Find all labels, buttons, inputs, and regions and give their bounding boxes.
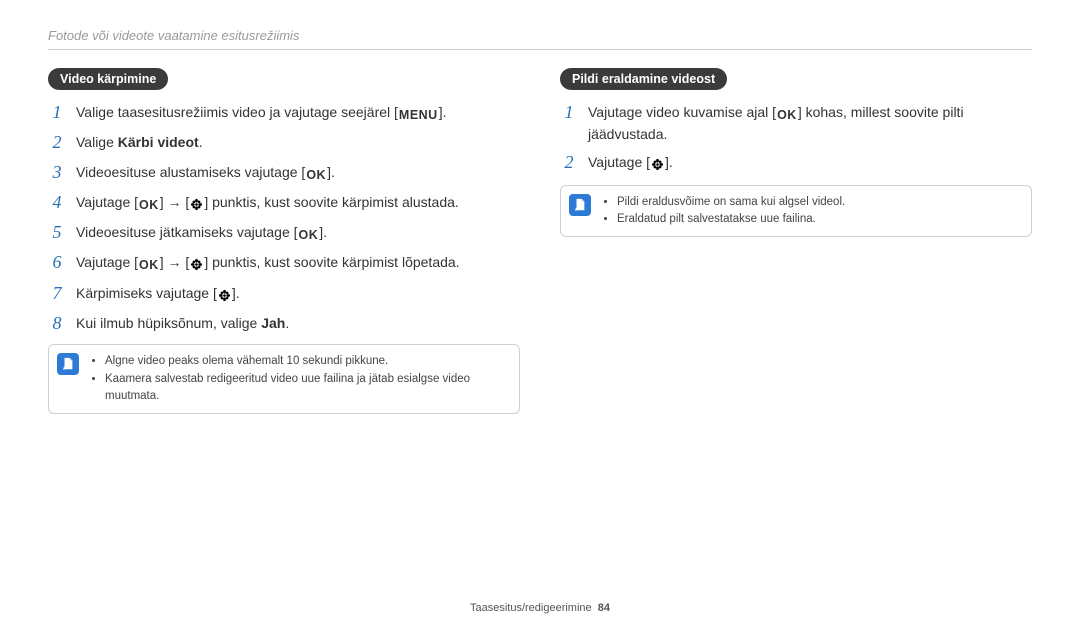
step: 1 Vajutage video kuvamise ajal [OK] kohas… bbox=[560, 102, 1032, 144]
right-column: Pildi eraldamine videost 1 Vajutage video… bbox=[560, 68, 1032, 414]
step-number: 1 bbox=[48, 102, 66, 124]
step: 6 Vajutage [OK] → [] punktis, kust soovit… bbox=[48, 252, 520, 274]
left-steps: 1 Valige taasesitusrežiimis video ja vaju… bbox=[48, 102, 520, 334]
step: 5 Videoesituse jätkamiseks vajutage [OK]. bbox=[48, 222, 520, 244]
note-item: Kaamera salvestab redigeeritud video uue… bbox=[105, 371, 509, 406]
step: 1 Valige taasesitusrežiimis video ja vaju… bbox=[48, 102, 520, 124]
step: 3 Videoesituse alustamiseks vajutage [OK]… bbox=[48, 162, 520, 184]
step-number: 6 bbox=[48, 252, 66, 274]
left-column: Video kärpimine 1 Valige taasesitusrežiim… bbox=[48, 68, 520, 414]
footer-page-number: 84 bbox=[598, 602, 610, 614]
chapter-title: Fotode või videote vaatamine esitusrežii… bbox=[48, 28, 1032, 43]
step: 2 Vajutage []. bbox=[560, 152, 1032, 174]
step-text: Valige Kärbi videot. bbox=[76, 132, 520, 152]
divider bbox=[48, 49, 1032, 50]
step-number: 7 bbox=[48, 283, 66, 305]
step-text: Vajutage video kuvamise ajal [OK] kohas,… bbox=[588, 102, 1032, 144]
step-number: 5 bbox=[48, 222, 66, 244]
footer-section: Taasesitus/redigeerimine bbox=[470, 602, 592, 614]
step-text: Vajutage [OK] → [] punktis, kust soovite… bbox=[76, 252, 520, 274]
two-column-layout: Video kärpimine 1 Valige taasesitusrežiim… bbox=[48, 68, 1032, 414]
step: 8 Kui ilmub hüpiksõnum, valige Jah. bbox=[48, 313, 520, 335]
macro-flower-icon bbox=[650, 154, 665, 174]
step-text: Videoesituse jätkamiseks vajutage [OK]. bbox=[76, 222, 520, 244]
left-note-list: Algne video peaks olema vähemalt 10 seku… bbox=[91, 353, 509, 405]
right-steps: 1 Vajutage video kuvamise ajal [OK] kohas… bbox=[560, 102, 1032, 175]
ok-icon: OK bbox=[305, 166, 327, 184]
step-number: 1 bbox=[560, 102, 578, 124]
step: 7 Kärpimiseks vajutage []. bbox=[48, 283, 520, 305]
step-text: Videoesituse alustamiseks vajutage [OK]. bbox=[76, 162, 520, 184]
note-item: Algne video peaks olema vähemalt 10 seku… bbox=[105, 353, 509, 370]
step-number: 2 bbox=[560, 152, 578, 174]
step-number: 4 bbox=[48, 192, 66, 214]
step-number: 2 bbox=[48, 132, 66, 154]
note-item: Eraldatud pilt salvestatakse uue failina… bbox=[617, 211, 1021, 228]
step-text: Vajutage [OK] → [] punktis, kust soovite… bbox=[76, 192, 520, 214]
macro-flower-icon bbox=[217, 285, 232, 305]
page-footer: Taasesitus/redigeerimine 84 bbox=[0, 602, 1080, 614]
ok-icon: OK bbox=[138, 256, 160, 274]
ok-icon: OK bbox=[776, 106, 798, 124]
section-heading-left: Video kärpimine bbox=[48, 68, 168, 90]
section-heading-right: Pildi eraldamine videost bbox=[560, 68, 727, 90]
note-icon bbox=[569, 194, 591, 216]
manual-page: Fotode või videote vaatamine esitusrežii… bbox=[0, 0, 1080, 630]
step: 2 Valige Kärbi videot. bbox=[48, 132, 520, 154]
ok-icon: OK bbox=[138, 196, 160, 214]
right-note-box: Pildi eraldusvõime on sama kui algsel vi… bbox=[560, 185, 1032, 238]
macro-flower-icon bbox=[189, 254, 204, 274]
left-note-box: Algne video peaks olema vähemalt 10 seku… bbox=[48, 344, 520, 414]
macro-flower-icon bbox=[189, 194, 204, 214]
step-text: Kui ilmub hüpiksõnum, valige Jah. bbox=[76, 313, 520, 333]
step-text: Vajutage []. bbox=[588, 152, 1032, 174]
step: 4 Vajutage [OK] → [] punktis, kust soovit… bbox=[48, 192, 520, 214]
menu-icon: MENU bbox=[398, 106, 439, 124]
step-text: Kärpimiseks vajutage []. bbox=[76, 283, 520, 305]
note-icon bbox=[57, 353, 79, 375]
ok-icon: OK bbox=[298, 226, 320, 244]
note-item: Pildi eraldusvõime on sama kui algsel vi… bbox=[617, 194, 1021, 211]
step-number: 8 bbox=[48, 313, 66, 335]
right-note-list: Pildi eraldusvõime on sama kui algsel vi… bbox=[603, 194, 1021, 229]
step-text: Valige taasesitusrežiimis video ja vajut… bbox=[76, 102, 520, 124]
step-number: 3 bbox=[48, 162, 66, 184]
